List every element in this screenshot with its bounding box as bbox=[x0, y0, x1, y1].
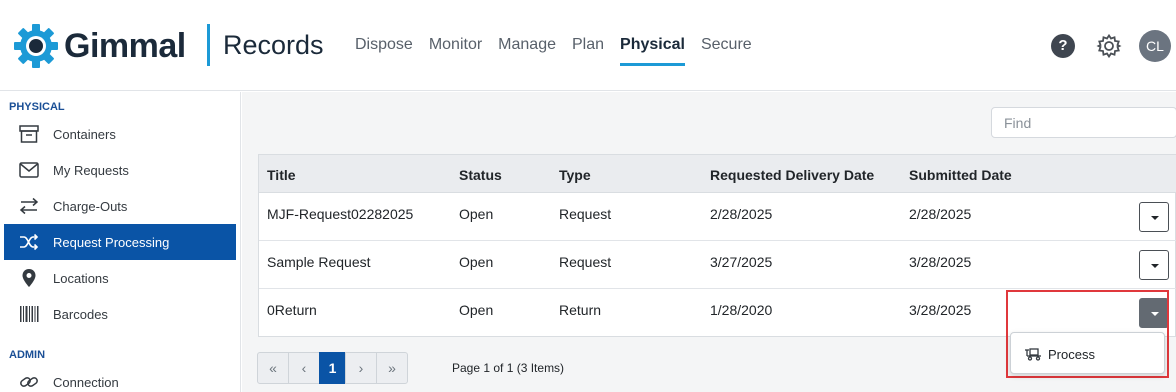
sidebar-item-charge-outs[interactable]: Charge-Outs bbox=[4, 188, 236, 224]
cell-status: Open bbox=[459, 302, 494, 318]
dolly-icon bbox=[1024, 347, 1044, 361]
cell-title: 0Return bbox=[267, 302, 317, 318]
column-header-submitted-date[interactable]: Submitted Date bbox=[909, 167, 1012, 183]
sidebar-item-label: Locations bbox=[53, 270, 109, 286]
top-bar: Gimmal Records Dispose Monitor Manage Pl… bbox=[0, 0, 1176, 91]
prev-page-button[interactable]: ‹ bbox=[288, 352, 320, 384]
envelope-icon bbox=[18, 160, 40, 180]
row-actions-menu: Process bbox=[1010, 332, 1165, 374]
cell-title: Sample Request bbox=[267, 254, 371, 270]
last-page-button[interactable]: » bbox=[376, 352, 408, 384]
help-icon[interactable]: ? bbox=[1051, 34, 1075, 58]
column-header-type[interactable]: Type bbox=[559, 167, 591, 183]
gear-logo-icon bbox=[14, 24, 58, 68]
user-avatar[interactable]: CL bbox=[1139, 30, 1171, 62]
brand-logo[interactable]: Gimmal bbox=[12, 22, 186, 70]
cell-requested-delivery-date: 1/28/2020 bbox=[710, 302, 773, 318]
map-pin-icon bbox=[18, 268, 40, 288]
cell-requested-delivery-date: 3/27/2025 bbox=[710, 254, 773, 270]
sidebar-item-my-requests[interactable]: My Requests bbox=[4, 152, 236, 188]
caret-down-icon bbox=[1151, 216, 1159, 220]
app-name: Records bbox=[223, 30, 324, 60]
column-header-status[interactable]: Status bbox=[459, 167, 502, 183]
table-header: Title Status Type Requested Delivery Dat… bbox=[259, 155, 1176, 193]
pagination: « ‹ 1 › » Page 1 of 1 (3 Items) bbox=[257, 352, 564, 384]
sidebar: PHYSICAL Containers My Requests Charge-O… bbox=[0, 92, 241, 392]
find-input[interactable] bbox=[991, 107, 1176, 138]
menu-item-label: Process bbox=[1048, 346, 1095, 362]
section-label-admin: ADMIN bbox=[9, 349, 46, 361]
menu-item-process[interactable]: Process bbox=[1011, 333, 1166, 375]
cell-type: Request bbox=[559, 206, 612, 222]
sidebar-item-locations[interactable]: Locations bbox=[4, 260, 236, 296]
cell-status: Open bbox=[459, 206, 494, 222]
column-header-requested-delivery-date[interactable]: Requested Delivery Date bbox=[710, 167, 874, 183]
nav-plan[interactable]: Plan bbox=[572, 36, 604, 66]
cell-requested-delivery-date: 2/28/2025 bbox=[710, 206, 773, 222]
cell-submitted-date: 3/28/2025 bbox=[909, 302, 972, 318]
sidebar-item-containers[interactable]: Containers bbox=[4, 116, 236, 152]
sidebar-item-label: Containers bbox=[53, 126, 116, 142]
brand-name: Gimmal bbox=[64, 26, 186, 65]
cell-type: Request bbox=[559, 254, 612, 270]
cell-title: MJF-Request02282025 bbox=[267, 206, 414, 222]
nav-monitor[interactable]: Monitor bbox=[429, 36, 482, 66]
sidebar-item-label: Charge-Outs bbox=[53, 198, 128, 214]
sidebar-item-connection[interactable]: Connection bbox=[4, 364, 236, 392]
shuffle-icon bbox=[18, 232, 40, 252]
pagination-info: Page 1 of 1 (3 Items) bbox=[452, 361, 565, 375]
sidebar-item-request-processing[interactable]: Request Processing bbox=[4, 224, 236, 260]
nav-dispose[interactable]: Dispose bbox=[355, 36, 413, 66]
nav-secure[interactable]: Secure bbox=[701, 36, 752, 66]
section-label-physical: PHYSICAL bbox=[9, 101, 65, 113]
sidebar-item-label: My Requests bbox=[53, 162, 129, 178]
first-page-button[interactable]: « bbox=[257, 352, 289, 384]
main-nav: Dispose Monitor Manage Plan Physical Sec… bbox=[355, 36, 768, 66]
archive-box-icon bbox=[18, 124, 40, 144]
nav-physical[interactable]: Physical bbox=[620, 36, 685, 66]
cell-status: Open bbox=[459, 254, 494, 270]
next-page-button[interactable]: › bbox=[345, 352, 377, 384]
table-row[interactable]: Sample Request Open Request 3/27/2025 3/… bbox=[259, 241, 1176, 289]
sidebar-item-barcodes[interactable]: Barcodes bbox=[4, 296, 236, 332]
nav-manage[interactable]: Manage bbox=[498, 36, 556, 66]
sidebar-item-label: Request Processing bbox=[53, 234, 170, 250]
cell-type: Return bbox=[559, 302, 602, 318]
brand-divider bbox=[207, 24, 210, 66]
page-button-current[interactable]: 1 bbox=[319, 352, 346, 384]
swap-arrows-icon bbox=[18, 196, 40, 216]
settings-gear-icon[interactable] bbox=[1096, 33, 1122, 59]
row-actions-button[interactable] bbox=[1139, 202, 1169, 232]
link-icon bbox=[18, 372, 40, 392]
column-header-title[interactable]: Title bbox=[267, 167, 296, 183]
cell-submitted-date: 3/28/2025 bbox=[909, 254, 972, 270]
barcode-icon bbox=[18, 304, 40, 324]
table-row[interactable]: MJF-Request02282025 Open Request 2/28/20… bbox=[259, 193, 1176, 241]
cell-submitted-date: 2/28/2025 bbox=[909, 206, 972, 222]
caret-down-icon bbox=[1151, 264, 1159, 268]
sidebar-item-label: Barcodes bbox=[53, 306, 108, 322]
row-actions-button[interactable] bbox=[1139, 250, 1169, 280]
sidebar-item-label: Connection bbox=[53, 374, 119, 390]
